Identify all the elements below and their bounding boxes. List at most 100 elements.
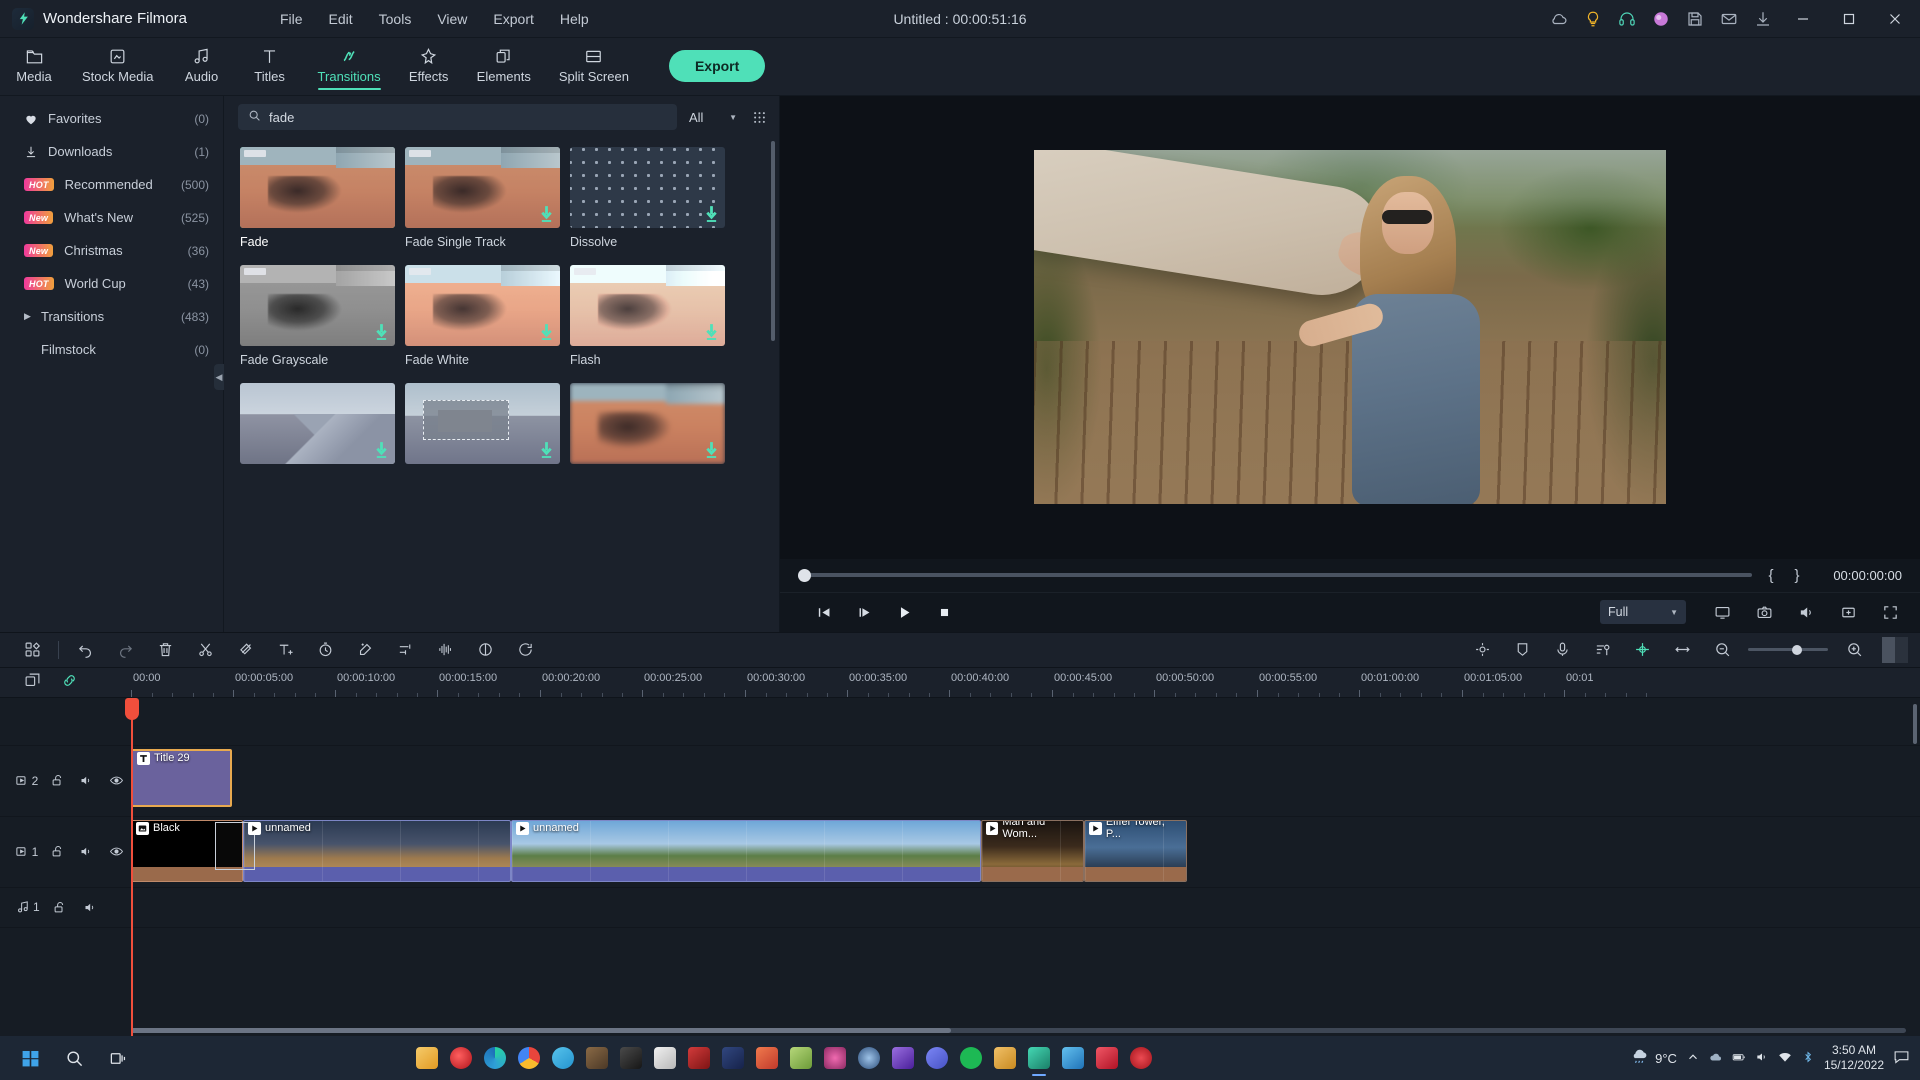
camera-raw-icon[interactable]	[580, 1038, 614, 1078]
weather-widget[interactable]: 9°C	[1630, 1047, 1677, 1069]
task-view-icon[interactable]	[96, 1036, 140, 1080]
speed-clock-icon[interactable]	[305, 635, 345, 665]
download-icon[interactable]	[705, 324, 718, 341]
fit-timeline-icon[interactable]	[1662, 635, 1702, 665]
step-forward-icon[interactable]	[844, 595, 884, 629]
sidebar-item-recommended[interactable]: HOT Recommended (500)	[0, 168, 223, 201]
undo-icon[interactable]	[65, 635, 105, 665]
cloud-icon[interactable]	[1542, 0, 1576, 38]
battery-icon[interactable]	[1732, 1050, 1746, 1067]
grid-view-icon[interactable]	[749, 107, 769, 127]
menu-export[interactable]: Export	[480, 7, 546, 31]
stop-icon[interactable]	[924, 595, 964, 629]
zoom-track[interactable]	[1748, 644, 1828, 655]
dl-app-icon[interactable]	[648, 1038, 682, 1078]
step-back-icon[interactable]	[804, 595, 844, 629]
photo-app-icon[interactable]	[716, 1038, 750, 1078]
sidebar-item-christmas[interactable]: New Christmas (36)	[0, 234, 223, 267]
video-canvas[interactable]	[780, 96, 1920, 559]
zoom-knob[interactable]	[1792, 644, 1802, 655]
download-icon[interactable]	[540, 324, 553, 341]
sidebar-collapse-handle[interactable]: ◀	[214, 364, 224, 390]
timeline-clip-eiffel-tower-p[interactable]: Eiffel Tower, P...	[1084, 819, 1187, 882]
tab-split-screen[interactable]: Split Screen	[545, 38, 643, 96]
resolution-dropdown[interactable]: Full ▼	[1600, 600, 1686, 624]
transitions-grid-scroll[interactable]: Fade Fade Single Track Dissolve Fade Gra…	[224, 133, 779, 632]
transition-item-dissolve[interactable]: Dissolve	[570, 147, 725, 249]
add-text-icon[interactable]	[265, 635, 305, 665]
project-layout-icon[interactable]	[12, 635, 52, 665]
download-icon[interactable]	[375, 324, 388, 341]
record-voice-icon[interactable]	[1542, 635, 1582, 665]
amber-app-icon[interactable]	[988, 1038, 1022, 1078]
audio-waveform-icon[interactable]	[425, 635, 465, 665]
mute-speaker-icon[interactable]	[75, 892, 106, 923]
caret-right-icon[interactable]: ▶	[24, 311, 37, 322]
delete-icon[interactable]	[145, 635, 185, 665]
fullscreen-icon[interactable]	[1870, 595, 1910, 629]
discord-icon[interactable]	[920, 1038, 954, 1078]
chrome-icon[interactable]	[512, 1038, 546, 1078]
transition-item-fade[interactable]: Fade	[240, 147, 395, 249]
crop-icon[interactable]	[225, 635, 265, 665]
download-icon[interactable]	[705, 442, 718, 459]
timeline-clip-man-and-woman[interactable]: Man and Wom...	[981, 819, 1084, 882]
menu-edit[interactable]: Edit	[316, 7, 366, 31]
menu-tools[interactable]: Tools	[366, 7, 425, 31]
sidebar-item-downloads[interactable]: Downloads (1)	[0, 135, 223, 168]
lane-audio-1[interactable]	[131, 888, 1920, 927]
lock-open-icon[interactable]	[42, 765, 72, 796]
playhead-handle[interactable]	[125, 697, 139, 720]
crop-icon[interactable]	[1828, 595, 1868, 629]
playhead[interactable]	[125, 697, 139, 1036]
sidebar-item-favorites[interactable]: Favorites (0)	[0, 102, 223, 135]
tab-stock-media[interactable]: Stock Media	[68, 38, 168, 96]
marker-icon[interactable]	[1502, 635, 1542, 665]
dark-app-icon[interactable]	[614, 1038, 648, 1078]
notification-icon[interactable]	[1893, 1048, 1910, 1068]
timeline-vertical-scrollbar[interactable]	[1913, 703, 1917, 744]
detach-audio-icon[interactable]	[465, 635, 505, 665]
mute-speaker-icon[interactable]	[72, 765, 102, 796]
download-icon[interactable]	[540, 442, 553, 459]
transition-item-fade-white[interactable]: Fade White	[405, 265, 560, 367]
color-match-icon[interactable]	[345, 635, 385, 665]
lane-video-2[interactable]: Title 29	[131, 746, 1920, 816]
shield-icon[interactable]	[886, 1038, 920, 1078]
transition-item-8[interactable]	[405, 383, 560, 471]
zoom-slider[interactable]	[1742, 644, 1834, 655]
transition-item-fade-single-track[interactable]: Fade Single Track	[405, 147, 560, 249]
search-input[interactable]: fade	[238, 104, 677, 130]
display-icon[interactable]	[1702, 595, 1742, 629]
thumbnail-toggle-icon[interactable]	[1882, 636, 1908, 663]
timeline-clip-unnamed-1[interactable]: unnamed	[243, 819, 511, 882]
render-preview-icon[interactable]	[505, 635, 545, 665]
tab-effects[interactable]: Effects	[395, 38, 463, 96]
mute-speaker-icon[interactable]	[72, 836, 102, 867]
telegram-icon[interactable]	[546, 1038, 580, 1078]
transition-item-flash[interactable]: Flash	[570, 265, 725, 367]
download-icon[interactable]	[705, 206, 718, 223]
edge-icon[interactable]	[478, 1038, 512, 1078]
blue-wave-icon[interactable]	[1056, 1038, 1090, 1078]
play-icon[interactable]	[884, 595, 924, 629]
sidebar-item-whats-new[interactable]: New What's New (525)	[0, 201, 223, 234]
eye-visible-icon[interactable]	[101, 836, 131, 867]
timeline-clip-unnamed-2[interactable]: unnamed	[511, 819, 981, 882]
split-scissors-icon[interactable]	[185, 635, 225, 665]
file-explorer-icon[interactable]	[410, 1038, 444, 1078]
sidebar-item-world-cup[interactable]: HOT World Cup (43)	[0, 267, 223, 300]
maximize-button[interactable]	[1826, 0, 1872, 38]
adjust-sliders-icon[interactable]	[385, 635, 425, 665]
redo-icon[interactable]	[105, 635, 145, 665]
transition-item-fade-grayscale[interactable]: Fade Grayscale	[240, 265, 395, 367]
link-clips-icon[interactable]	[61, 672, 78, 692]
tab-elements[interactable]: Elements	[463, 38, 545, 96]
download-icon[interactable]	[1746, 0, 1780, 38]
burst-icon[interactable]	[818, 1038, 852, 1078]
download-icon[interactable]	[375, 442, 388, 459]
tab-media[interactable]: Media	[0, 38, 68, 96]
paint-icon[interactable]	[784, 1038, 818, 1078]
transition-item-7[interactable]	[240, 383, 395, 471]
lightbulb-icon[interactable]	[1576, 0, 1610, 38]
